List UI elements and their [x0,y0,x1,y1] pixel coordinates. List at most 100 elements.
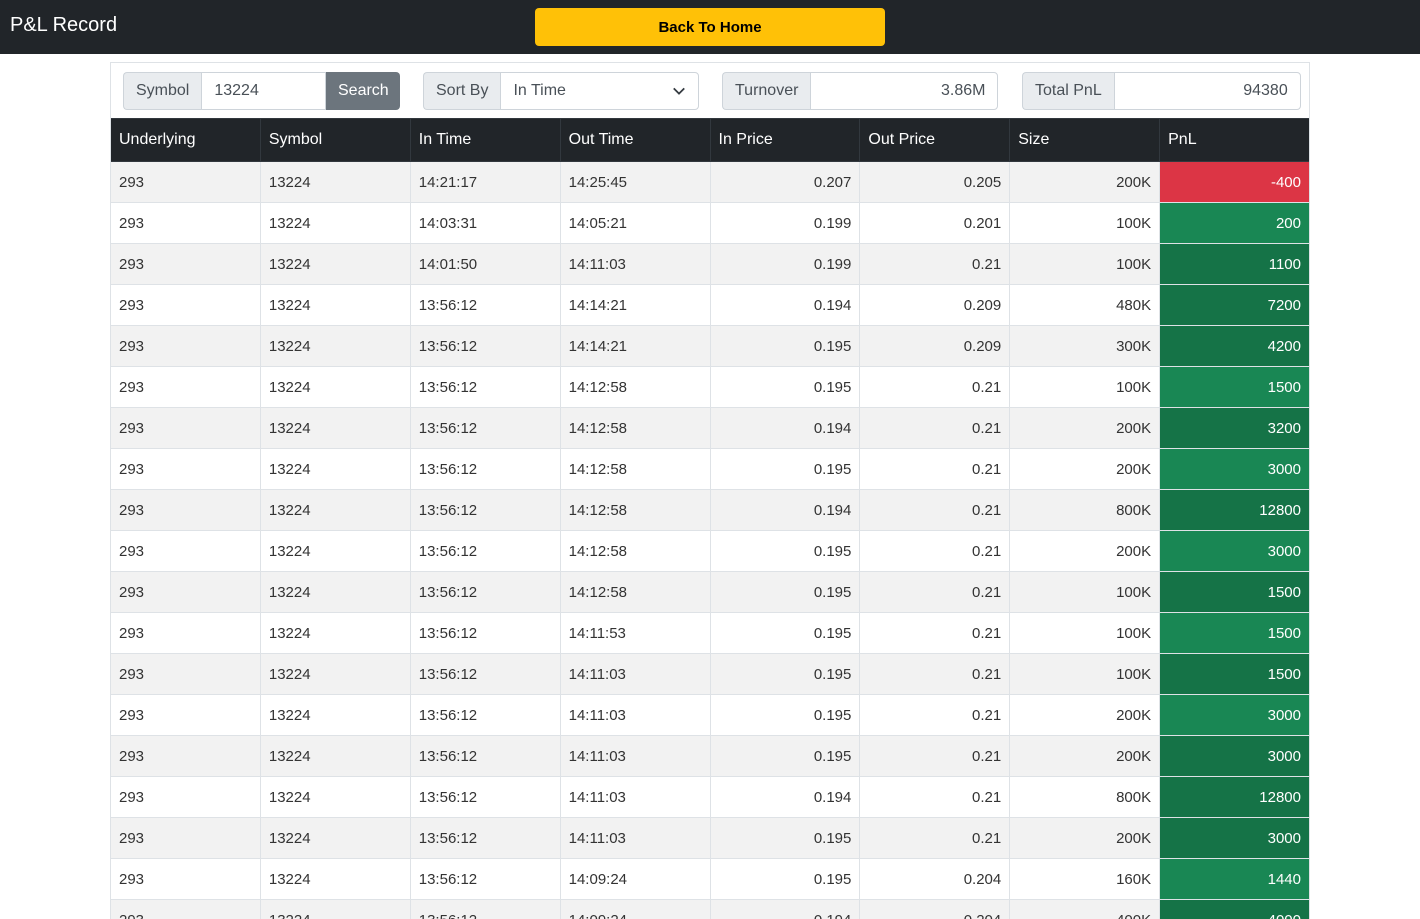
table-cell: 13224 [259,571,411,613]
table-cell: 0.194 [709,489,861,531]
column-header[interactable]: Out Time [559,118,711,162]
table-cell: 800K [1009,776,1161,818]
table-row[interactable]: 293 13224 13:56:12 14:11:03 0.194 0.21 800K 128… [111,776,1309,818]
table-row[interactable]: 2931322413:56:1214:09:240.1940.204400K40… [111,899,1309,919]
app-title: P&L Record [10,14,118,36]
table-cell: 0.194 [709,776,861,818]
pnl-cell: 4200 [1159,325,1309,367]
table-cell: 14:12:58 [559,530,711,572]
table-row[interactable]: 293 13224 13:56:12 14:11:03 0.195 0.21 100K 150… [111,653,1309,695]
search-button[interactable]: Search [326,72,401,110]
table-row[interactable]: 293 13224 13:56:12 14:12:58 0.194 0.21 200K 320… [111,407,1309,449]
table-cell: 0.194 [709,407,861,449]
table-cell: 293 [111,407,261,449]
sort-by-label: Sort By [423,72,501,110]
column-header[interactable]: PnL [1159,118,1309,162]
table-row[interactable]: 293 13224 13:56:12 14:14:21 0.194 0.209 480K 72… [111,284,1309,326]
table-cell: 14:21:17 [409,161,561,203]
table-cell: 14:11:03 [559,735,711,777]
table-cell: 293 [111,284,261,326]
table-cell: 14:03:31 [409,202,561,244]
table-row[interactable]: 293 13224 13:56:12 14:12:58 0.195 0.21 200K 300… [111,530,1309,572]
table-row[interactable]: 293 13224 13:56:12 14:11:03 0.195 0.21 200K 300… [111,735,1309,777]
table-cell: 0.195 [709,817,861,859]
pnl-cell: 3000 [1159,448,1309,490]
table-cell: 13224 [259,694,411,736]
table-cell: 0.195 [709,694,861,736]
sort-by-select[interactable]: In Time [500,72,700,110]
table-cell: 200K [1009,735,1161,777]
column-header[interactable]: Size [1009,118,1161,162]
table-cell: 14:12:58 [559,407,711,449]
table-row[interactable]: 293 13224 14:03:31 14:05:21 0.199 0.201 100K 20… [111,202,1309,244]
table-cell: 13224 [259,325,411,367]
table-cell: 0.21 [859,448,1011,490]
table-row[interactable]: 293 13224 14:21:17 14:25:45 0.207 0.205 200K -4… [111,161,1309,203]
table-cell: 0.205 [859,161,1011,203]
table-cell: 14:05:21 [559,202,711,244]
table-cell: 293 [111,325,261,367]
table-cell: 13224 [259,366,411,408]
turnover-label: Turnover [722,72,811,110]
table-row[interactable]: 293 13224 14:01:50 14:11:03 0.199 0.21 100K 110… [111,243,1309,285]
table-row[interactable]: 293 13224 13:56:12 14:11:03 0.195 0.21 200K 300… [111,694,1309,736]
table-cell: 0.209 [859,325,1011,367]
table-cell: 0.195 [709,858,861,900]
table-cell: 293 [111,161,261,203]
table-cell: 0.21 [859,694,1011,736]
table-cell: 160K [1009,858,1161,900]
table-cell: 13224 [259,161,411,203]
table-row[interactable]: 293 13224 13:56:12 14:14:21 0.195 0.209 300K 42… [111,325,1309,367]
table-cell: 200K [1009,817,1161,859]
table-cell: 0.204 [859,858,1011,900]
symbol-label: Symbol [123,72,202,110]
column-header[interactable]: Symbol [259,118,411,162]
table-cell: 0.195 [709,612,861,654]
pnl-cell: 1500 [1159,571,1309,613]
symbol-input[interactable]: 13224 [201,72,327,110]
table-cell: 0.21 [859,489,1011,531]
table-row[interactable]: 293 13224 13:56:12 14:12:58 0.194 0.21 800K 128… [111,489,1309,531]
table-row[interactable]: 293 13224 13:56:12 14:12:58 0.195 0.21 100K 150… [111,366,1309,408]
table-cell: 13224 [259,817,411,859]
table-cell: 13:56:12 [409,694,561,736]
column-header[interactable]: Underlying [111,118,261,162]
column-header[interactable]: In Price [709,118,861,162]
table-cell: 293 [111,735,261,777]
table-cell: 293 [111,571,261,613]
table-row[interactable]: 293 13224 13:56:12 14:11:03 0.195 0.21 200K 300… [111,817,1309,859]
table-cell: 0.207 [709,161,861,203]
table-row[interactable]: 293 13224 13:56:12 14:11:53 0.195 0.21 100K 150… [111,612,1309,654]
table-cell: 200K [1009,448,1161,490]
table-cell: 293 [111,366,261,408]
table-cell: 14:11:03 [559,817,711,859]
back-to-home-button[interactable]: Back To Home [535,8,885,46]
table-cell: 480K [1009,284,1161,326]
column-header[interactable]: Out Price [859,118,1011,162]
pnl-cell: 3200 [1159,407,1309,449]
table-cell: 13:56:12 [409,817,561,859]
table-cell: 293 [111,202,261,244]
table-row[interactable]: 293 13224 13:56:12 14:12:58 0.195 0.21 200K 300… [111,448,1309,490]
table-cell: 13:56:12 [409,776,561,818]
table-cell: 293 [111,448,261,490]
table-cell: 13224 [259,899,411,919]
table-cell: 14:09:24 [559,858,711,900]
table-cell: 0.21 [859,571,1011,613]
table-cell: 0.195 [709,366,861,408]
pnl-cell: 12800 [1159,776,1309,818]
table-cell: 13:56:12 [409,612,561,654]
table-cell: 293 [111,489,261,531]
table-cell: 200K [1009,530,1161,572]
table-row[interactable]: 293 13224 13:56:12 14:12:58 0.195 0.21 100K 150… [111,571,1309,613]
table-row[interactable]: 293 13224 13:56:12 14:09:24 0.195 0.204 160K 14… [111,858,1309,900]
table-cell: 14:12:58 [559,489,711,531]
column-header[interactable]: In Time [409,118,561,162]
table-cell: 13:56:12 [409,653,561,695]
table-cell: 13:56:12 [409,571,561,613]
table-cell: 13:56:12 [409,489,561,531]
table-cell: 0.195 [709,571,861,613]
chevron-down-icon [673,87,686,95]
pnl-cell: 3000 [1159,694,1309,736]
pnl-cell: 3000 [1159,817,1309,859]
